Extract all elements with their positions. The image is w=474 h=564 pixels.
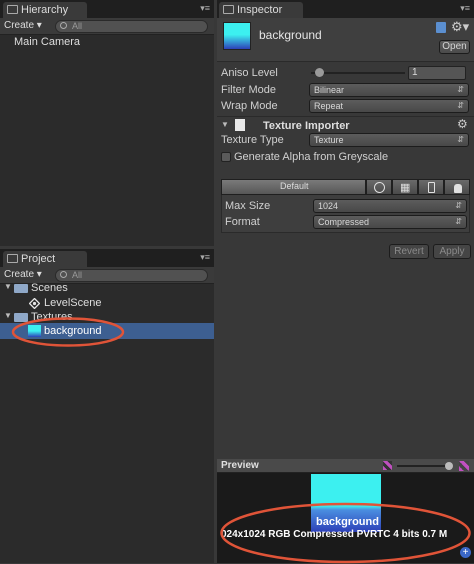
tab-hierarchy[interactable]: Hierarchy [3, 2, 87, 18]
tab-android-platform[interactable] [444, 179, 470, 195]
default-platform-label: Default [280, 181, 309, 191]
inspector-panel: Inspector ▾≡ background ⚙▾ Open Aniso Le… [217, 0, 474, 459]
hierarchy-tab-icon [7, 5, 18, 14]
asset-name: background [259, 28, 322, 42]
max-size-dropdown[interactable]: 1024 ⇵ [313, 199, 467, 213]
project-search-placeholder: All [72, 270, 83, 280]
inspector-menu-icon[interactable]: ▾≡ [460, 4, 470, 13]
unity-scene-icon [29, 298, 40, 309]
revert-button[interactable]: Revert [389, 244, 429, 259]
inspector-tab-label: Inspector [237, 4, 283, 16]
tab-default-platform[interactable]: Default [221, 179, 366, 195]
apply-label: Apply [439, 246, 465, 257]
aniso-slider[interactable] [311, 68, 405, 77]
iphone-icon [428, 182, 435, 193]
tab-web-platform[interactable] [366, 179, 392, 195]
texture-type-value: Texture [314, 135, 344, 145]
filter-mode-label: Filter Mode [221, 84, 277, 96]
checker-icon[interactable] [459, 461, 469, 471]
open-button[interactable]: Open [439, 40, 470, 54]
preview-mip-slider[interactable] [397, 462, 453, 470]
texture-type-dropdown[interactable]: Texture ⇵ [309, 133, 469, 147]
project-create-label: Create [4, 269, 35, 280]
help-book-icon[interactable] [436, 22, 446, 33]
tree-item-scenes[interactable]: ▼ Scenes [0, 281, 214, 296]
document-icon [235, 119, 245, 131]
max-size-value: 1024 [318, 201, 339, 211]
tree-item-levelscene[interactable]: LevelScene [0, 296, 214, 311]
texture-importer-header[interactable]: ▼ Texture Importer ⚙ [217, 116, 474, 133]
hierarchy-create-button[interactable]: Create ▾ [4, 19, 42, 33]
inspector-tabbar: Inspector ▾≡ [217, 0, 474, 18]
preview-panel: Preview background 024x1024 RGB Compress… [217, 459, 474, 564]
hierarchy-menu-icon[interactable]: ▾≡ [200, 4, 210, 13]
asset-thumbnail [223, 22, 251, 50]
hierarchy-tab-label: Hierarchy [21, 4, 69, 16]
preview-header: Preview [217, 459, 474, 473]
dropdown-arrows-icon: ⇵ [457, 85, 464, 94]
wrap-mode-dropdown[interactable]: Repeat ⇵ [309, 99, 469, 113]
hierarchy-search-input[interactable]: All [55, 20, 208, 33]
folder-icon [14, 284, 28, 293]
dropdown-arrows-icon: ⇵ [457, 135, 464, 144]
windows-icon: ▦ [400, 182, 411, 194]
project-tabbar: Project ▾≡ [0, 249, 214, 267]
highlight-annotation [11, 317, 125, 347]
project-create-button[interactable]: Create ▾ [4, 268, 42, 282]
aniso-slider-thumb[interactable] [315, 68, 324, 77]
gear-icon[interactable]: ⚙▾ [451, 19, 469, 35]
preview-slider-thumb[interactable] [445, 462, 453, 470]
globe-icon [374, 182, 385, 193]
alpha-checkbox-label: Generate Alpha from Greyscale [234, 151, 389, 163]
wrap-mode-value: Repeat [314, 101, 344, 111]
filter-mode-dropdown[interactable]: Bilinear ⇵ [309, 83, 469, 97]
inspector-tab-icon [223, 5, 234, 14]
wrap-mode-label: Wrap Mode [221, 100, 278, 112]
project-tab-icon [7, 254, 18, 263]
expand-triangle-icon[interactable]: ▼ [4, 282, 12, 291]
asset-header: background ⚙▾ Open [217, 18, 474, 62]
hierarchy-toolbar: Create ▾ All [0, 18, 214, 35]
gear-icon[interactable]: ⚙ [457, 117, 468, 131]
aniso-level-label: Aniso Level [221, 67, 278, 79]
hierarchy-create-label: Create [4, 20, 35, 31]
alpha-channel-icon[interactable] [383, 461, 392, 470]
tab-iphone-platform[interactable] [418, 179, 444, 195]
filter-mode-value: Bilinear [314, 85, 345, 95]
apply-button[interactable]: Apply [433, 244, 471, 259]
android-icon [454, 184, 462, 193]
hierarchy-panel: Hierarchy ▾≡ Create ▾ All Main Camera [0, 0, 214, 246]
aniso-level-field[interactable]: 1 [408, 66, 466, 80]
project-menu-icon[interactable]: ▾≡ [200, 253, 210, 262]
dropdown-arrows-icon: ⇵ [457, 101, 464, 110]
dropdown-arrows-icon: ⇵ [455, 217, 462, 226]
project-tab-label: Project [21, 253, 56, 265]
project-panel: Project ▾≡ Create ▾ All ▼ Scenes LevelSc… [0, 249, 214, 563]
hierarchy-tabbar: Hierarchy ▾≡ [0, 0, 214, 18]
revert-label: Revert [394, 246, 424, 257]
hierarchy-item-main-camera[interactable]: Main Camera [14, 36, 80, 48]
tree-item-label: LevelScene [44, 297, 102, 309]
tab-project[interactable]: Project [3, 251, 87, 267]
aniso-level-value: 1 [412, 67, 418, 78]
format-value: Compressed [318, 217, 370, 227]
open-label: Open [442, 41, 467, 52]
hierarchy-search-placeholder: All [72, 21, 83, 31]
texture-importer-title: Texture Importer [263, 120, 350, 132]
dropdown-arrows-icon: ⇵ [455, 201, 462, 210]
foldout-arrow-icon[interactable]: ▼ [221, 120, 229, 129]
format-label: Format [225, 216, 260, 228]
search-icon [60, 22, 67, 29]
tab-standalone-platform[interactable]: ▦ [392, 179, 418, 195]
tree-item-label: Scenes [31, 282, 68, 294]
texture-type-label: Texture Type [221, 134, 284, 146]
alpha-checkbox[interactable] [221, 152, 231, 162]
search-icon [60, 271, 67, 278]
format-dropdown[interactable]: Compressed ⇵ [313, 215, 467, 229]
tab-inspector[interactable]: Inspector [219, 2, 303, 18]
max-size-label: Max Size [225, 200, 271, 212]
preview-title: Preview [221, 460, 259, 471]
highlight-annotation [220, 502, 471, 564]
